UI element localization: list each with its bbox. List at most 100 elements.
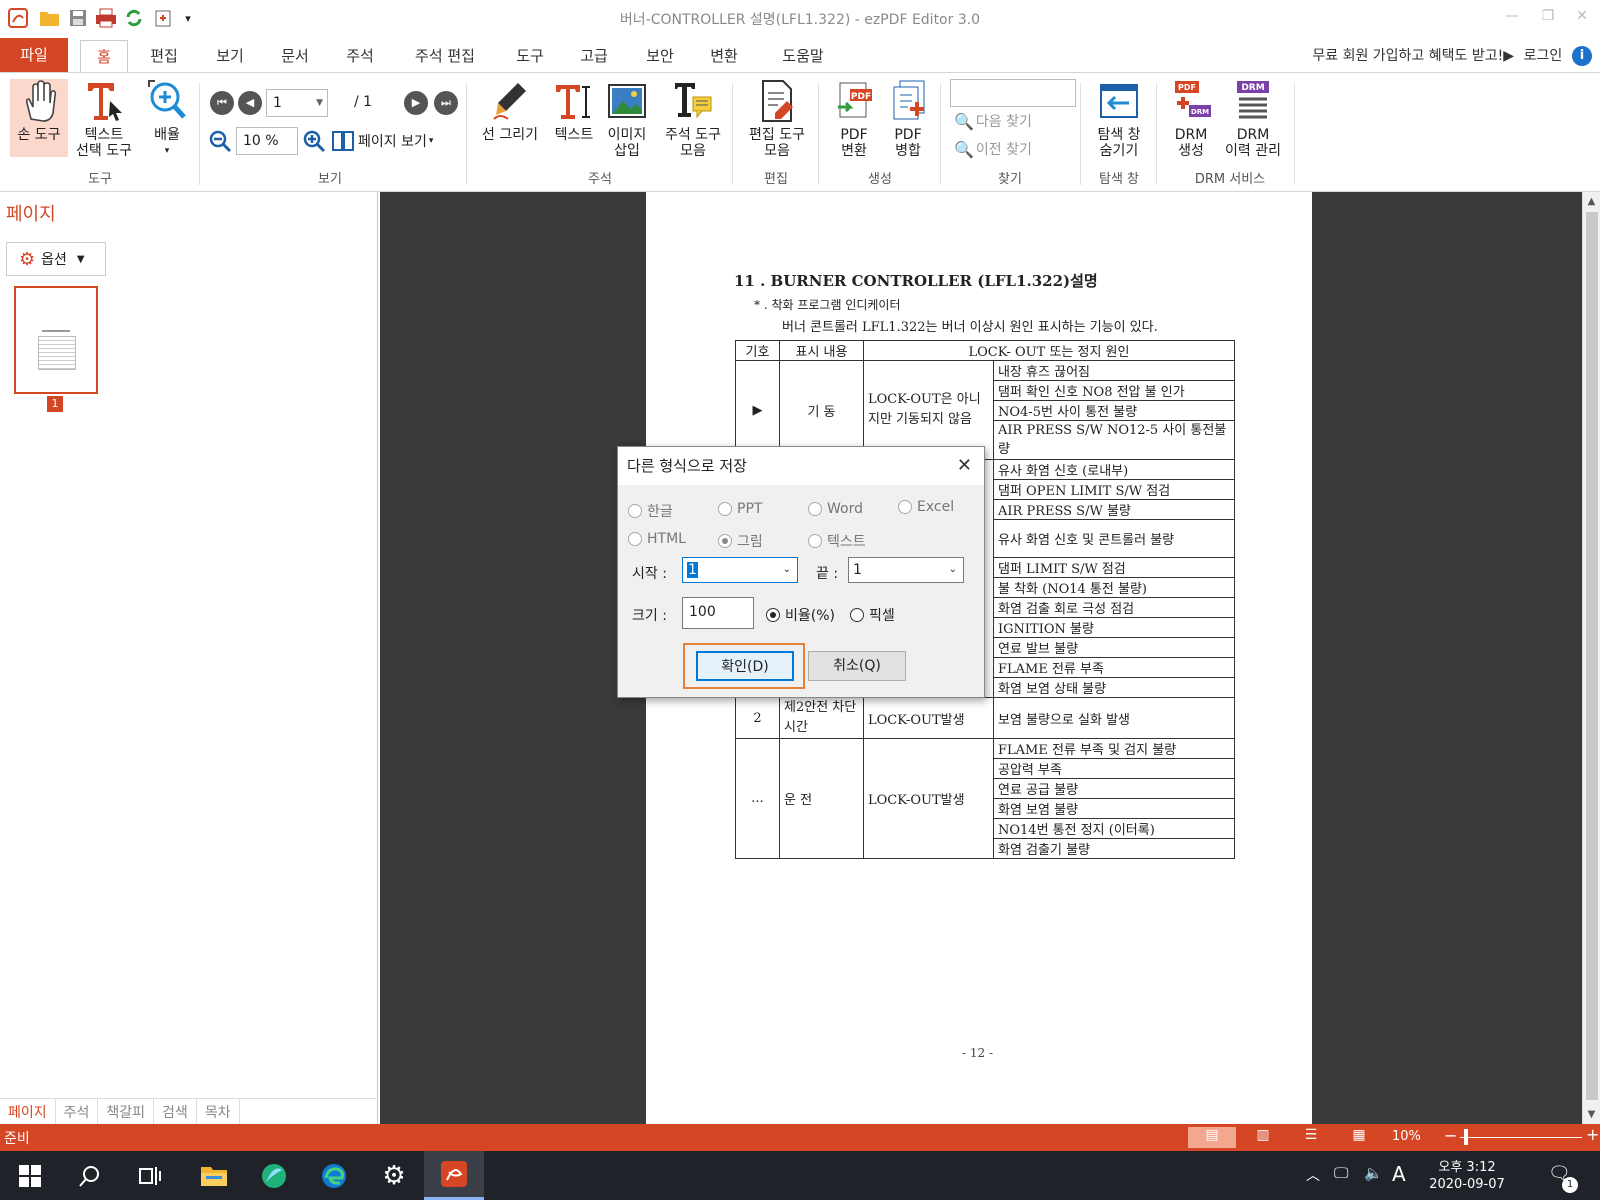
find-input[interactable] xyxy=(950,79,1076,107)
clock-date[interactable]: 2020-09-07 xyxy=(1420,1177,1514,1192)
clock-time[interactable]: 오후 3:12 xyxy=(1426,1156,1508,1175)
restore-icon[interactable]: ❐ xyxy=(1536,8,1560,30)
tab-help[interactable]: 도움말 xyxy=(776,38,830,72)
zoom-decrease-icon[interactable]: − xyxy=(1444,1126,1457,1145)
zoom-input[interactable]: 10 % xyxy=(236,127,298,155)
search-icon[interactable] xyxy=(60,1151,120,1200)
windows-start-icon[interactable] xyxy=(0,1151,60,1200)
first-page-icon[interactable]: ⏮ xyxy=(210,91,234,115)
tab-annotation[interactable]: 주석 xyxy=(342,38,378,72)
panel-tab-annotations[interactable]: 주석 xyxy=(56,1099,99,1124)
tab-security[interactable]: 보안 xyxy=(642,38,678,72)
zoom-slider[interactable] xyxy=(1460,1137,1582,1138)
ok-button[interactable]: 확인(D) xyxy=(696,651,794,681)
tab-advanced[interactable]: 고급 xyxy=(576,38,612,72)
vertical-scrollbar[interactable]: ▲ ▼ xyxy=(1582,192,1600,1124)
panel-tab-pages[interactable]: 페이지 xyxy=(0,1099,56,1124)
continuous-view-icon[interactable]: ☰ xyxy=(1296,1127,1326,1148)
hand-tool-button[interactable]: 손 도구 xyxy=(10,79,68,157)
find-next-button[interactable]: 🔍 다음 찾기 xyxy=(954,111,1032,131)
size-mode-ratio-radio[interactable]: 비율(%) xyxy=(766,605,835,625)
format-radio-ppt[interactable]: PPT xyxy=(718,501,762,517)
two-page-view-icon[interactable]: ▥ xyxy=(1248,1127,1278,1148)
ratio-label: 비율(%) xyxy=(785,608,835,624)
tab-edit[interactable]: 편집 xyxy=(146,38,182,72)
options-button[interactable]: ⚙ 옵션 ▼ xyxy=(6,242,106,276)
end-page-select[interactable]: 1 ⌄ xyxy=(848,557,964,583)
volume-icon[interactable]: 🔈 xyxy=(1364,1164,1383,1182)
scroll-up-icon[interactable]: ▲ xyxy=(1583,192,1600,207)
dialog-close-icon[interactable]: ✕ xyxy=(957,455,972,476)
drm-create-button[interactable]: PDF DRM DRM 생성 xyxy=(1164,79,1218,159)
panel-tab-bookmarks[interactable]: 책갈피 xyxy=(98,1099,155,1124)
file-explorer-icon[interactable] xyxy=(184,1151,244,1200)
ime-indicator[interactable]: A xyxy=(1392,1162,1406,1186)
grid-view-icon[interactable]: ▦ xyxy=(1344,1127,1374,1148)
settings-gear-icon[interactable]: ⚙ xyxy=(364,1151,424,1200)
hide-nav-button[interactable]: 탐색 창 숨기기 xyxy=(1088,79,1150,159)
page-view-dropdown-icon: ▾ xyxy=(428,136,434,146)
image-insert-button[interactable]: 이미지 삽입 xyxy=(602,79,652,159)
find-prev-button[interactable]: 🔍 이전 찾기 xyxy=(954,139,1032,159)
format-radio-html[interactable]: HTML xyxy=(628,531,686,547)
page-thumbnail[interactable] xyxy=(14,286,98,394)
tab-home[interactable]: 홈 xyxy=(80,40,128,74)
tab-document[interactable]: 문서 xyxy=(277,38,313,72)
close-icon[interactable]: ✕ xyxy=(1570,8,1594,30)
pdf-merge-label-2: 병합 xyxy=(895,143,921,159)
minimize-icon[interactable]: — xyxy=(1500,8,1524,30)
panel-tab-toc[interactable]: 목차 xyxy=(197,1099,240,1124)
app-icon-green[interactable] xyxy=(244,1151,304,1200)
text-button[interactable]: 텍스트 xyxy=(550,79,598,143)
promo-link[interactable]: 무료 회원 가입하고 혜택도 받고!▶ xyxy=(1282,38,1514,72)
network-icon[interactable]: 🖵 xyxy=(1334,1164,1348,1182)
table-cell: LOCK-OUT은 아니지만 기동되지 않음 xyxy=(863,360,994,460)
next-page-icon[interactable]: ▶ xyxy=(404,91,428,115)
scroll-thumb[interactable] xyxy=(1586,212,1598,1100)
task-view-icon[interactable] xyxy=(120,1151,180,1200)
edge-browser-icon[interactable] xyxy=(304,1151,364,1200)
single-page-view-icon[interactable]: ▤ xyxy=(1188,1127,1236,1148)
cancel-button[interactable]: 취소(Q) xyxy=(808,651,906,681)
tab-tools[interactable]: 도구 xyxy=(512,38,548,72)
zoom-out-icon[interactable] xyxy=(208,129,232,153)
pdf-convert-button[interactable]: PDF PDF 변환 xyxy=(826,79,882,159)
zoom-slider-thumb[interactable] xyxy=(1464,1129,1468,1145)
last-page-icon[interactable]: ⏭ xyxy=(434,91,458,115)
tab-convert[interactable]: 변환 xyxy=(706,38,742,72)
zoom-increase-icon[interactable]: + xyxy=(1586,1125,1599,1144)
table-cell: 연료 공급 불량 xyxy=(993,778,1235,799)
format-radio-word[interactable]: Word xyxy=(808,501,863,517)
format-radio-hangul[interactable]: 한글 xyxy=(628,501,673,521)
tab-annotation-edit[interactable]: 주석 편집 xyxy=(408,38,482,72)
format-radio-excel[interactable]: Excel xyxy=(898,499,954,515)
tab-file[interactable]: 파일 xyxy=(0,38,68,72)
tray-chevron-icon[interactable]: ︿ xyxy=(1306,1165,1320,1185)
annotation-tools-button[interactable]: 주석 도구 모음 xyxy=(656,79,730,159)
zoom-button[interactable]: 배율 ▾ xyxy=(142,79,192,159)
text-select-tool-button[interactable]: 텍스트 선택 도구 xyxy=(70,79,138,159)
info-icon[interactable]: i xyxy=(1572,46,1592,66)
tab-view[interactable]: 보기 xyxy=(212,38,248,72)
edit-tools-button[interactable]: 편집 도구 모음 xyxy=(740,79,814,159)
zoom-in-small-icon[interactable] xyxy=(302,129,326,153)
table-cell: 화염 보염 불량 xyxy=(993,798,1235,819)
thumbnail-preview xyxy=(38,328,78,374)
size-input[interactable]: 100 xyxy=(682,597,754,629)
format-radio-image[interactable]: 그림 xyxy=(718,531,763,551)
line-draw-button[interactable]: 선 그리기 xyxy=(476,79,544,143)
start-page-select[interactable]: 1 ⌄ xyxy=(682,557,798,583)
ezpdf-taskbar-icon[interactable] xyxy=(424,1151,484,1200)
format-radio-text[interactable]: 텍스트 xyxy=(808,531,866,551)
pages-panel: 페이지 ⚙ 옵션 ▼ 1 페이지 주석 책갈피 검색 목차 xyxy=(0,192,378,1124)
prev-page-icon[interactable]: ◀ xyxy=(238,91,262,115)
page-number-input[interactable]: 1 ▼ xyxy=(266,89,328,117)
pdf-merge-button[interactable]: PDF 병합 xyxy=(880,79,936,159)
panel-tab-search[interactable]: 검색 xyxy=(154,1099,197,1124)
scroll-down-icon[interactable]: ▼ xyxy=(1583,1109,1600,1120)
login-link[interactable]: 로그인 xyxy=(1518,38,1568,72)
page-view-button[interactable]: 페이지 보기 ▾ xyxy=(332,129,433,153)
size-mode-pixel-radio[interactable]: 픽셀 xyxy=(850,605,895,625)
drm-history-button[interactable]: DRM DRM 이력 관리 xyxy=(1216,79,1290,159)
drm-history-badge: DRM xyxy=(1241,83,1264,93)
